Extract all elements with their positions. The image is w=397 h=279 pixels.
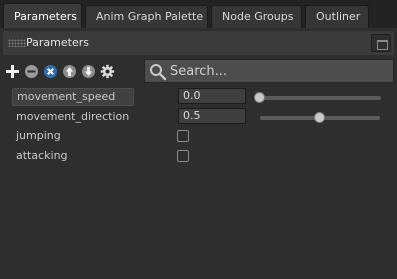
parameter-name[interactable]: attacking	[12, 147, 134, 165]
value-field[interactable]: 0.5	[178, 108, 246, 124]
tab-anim-graph-palette[interactable]: Anim Graph Palette	[85, 5, 208, 28]
clear-icon[interactable]	[43, 64, 58, 79]
panel-options-button[interactable]	[371, 34, 391, 52]
search-box	[144, 59, 394, 83]
parameter-row-movement-speed: movement_speed 0.0	[12, 88, 392, 106]
move-up-icon[interactable]	[62, 64, 77, 79]
slider-thumb[interactable]	[254, 92, 265, 103]
parameter-row-movement-direction: movement_direction 0.5	[12, 108, 392, 126]
jumping-checkbox[interactable]	[177, 130, 189, 142]
parameters-panel: Parameters Search... movement_speed 0.0 …	[0, 28, 397, 279]
move-down-icon[interactable]	[81, 64, 96, 79]
value-slider[interactable]	[260, 112, 380, 123]
search-input[interactable]	[170, 62, 390, 80]
attacking-checkbox[interactable]	[177, 150, 189, 162]
parameter-name[interactable]: movement_speed	[12, 88, 134, 106]
panel-title: Parameters	[26, 36, 89, 49]
remove-icon[interactable]	[24, 64, 39, 79]
drag-handle[interactable]	[8, 39, 26, 47]
tab-outliner[interactable]: Outliner	[305, 5, 369, 28]
tab-node-groups[interactable]: Node Groups	[211, 5, 302, 28]
settings-icon[interactable]	[100, 64, 115, 79]
parameter-row-attacking: attacking	[12, 147, 392, 165]
parameter-name[interactable]: movement_direction	[12, 108, 134, 126]
tab-bar: Parameters Anim Graph Palette Node Group…	[0, 0, 397, 29]
search-icon	[150, 64, 167, 81]
parameter-row-jumping: jumping	[12, 127, 392, 145]
slider-thumb[interactable]	[314, 112, 325, 123]
value-field[interactable]: 0.0	[178, 88, 246, 104]
tab-parameters[interactable]: Parameters	[3, 3, 82, 29]
parameter-name[interactable]: jumping	[12, 127, 134, 145]
add-icon[interactable]	[5, 64, 20, 79]
panel-title-bar: Parameters	[3, 31, 394, 55]
value-slider[interactable]	[254, 92, 381, 103]
